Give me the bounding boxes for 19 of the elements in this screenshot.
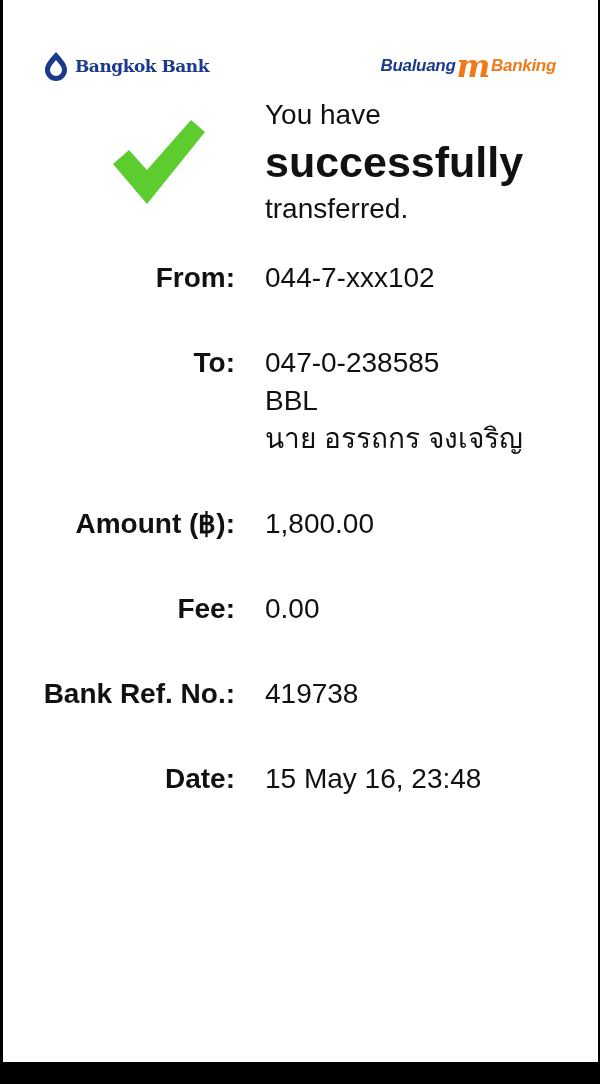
field-label: From:: [154, 261, 235, 295]
field-label: Bank Ref. No.:: [42, 677, 235, 711]
message-text: You have: [265, 98, 382, 132]
field-value: นาย อรรถกร จงเจริญ: [265, 422, 524, 456]
message-text: transferred.: [265, 192, 410, 226]
checkmark-icon: [113, 120, 205, 204]
field-label: To:: [192, 346, 235, 380]
field-value: 047-0-238585: [265, 346, 441, 380]
field-value: 15 May 16, 23:48: [265, 762, 483, 796]
field-value: 1,800.00: [265, 507, 375, 541]
field-value: BBL: [265, 384, 319, 418]
field-label: Date:: [164, 762, 235, 796]
field-value: 0.00: [265, 592, 321, 626]
field-value: 419738: [265, 677, 360, 711]
field-value: 044-7-xxx102: [265, 261, 436, 295]
field-label: Fee:: [176, 592, 235, 626]
bank-logo-text: Bangkok Bank: [75, 56, 209, 76]
message-text: successfully: [265, 137, 524, 188]
field-label: Amount (฿):: [74, 507, 235, 541]
